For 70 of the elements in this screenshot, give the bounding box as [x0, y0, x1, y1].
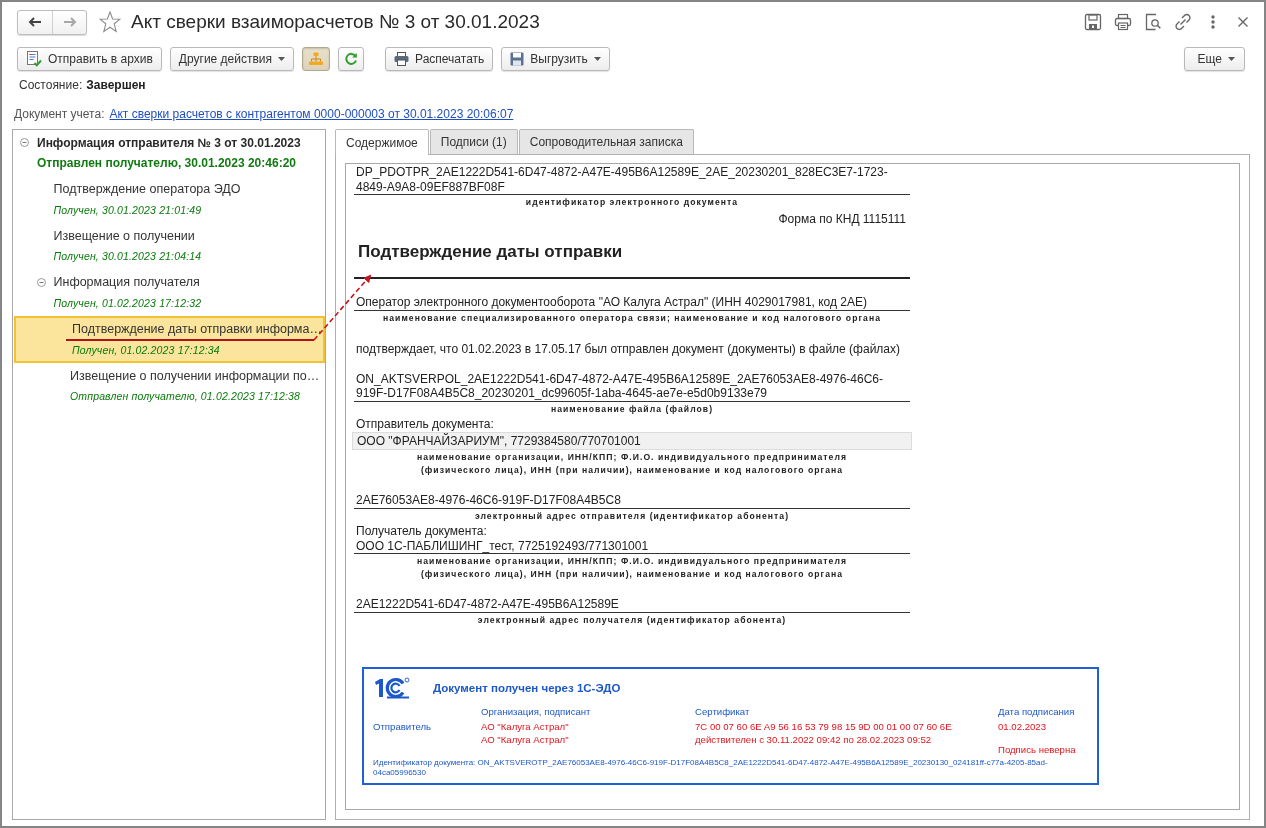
form-heading: Подтверждение даты отправки [358, 242, 623, 261]
certificate-validity: действителен с 30.11.2022 09:42 по 28.02.2023 09:52 [695, 732, 932, 746]
more-menu-button[interactable]: Еще [1183, 47, 1245, 71]
printer-icon [394, 52, 410, 66]
refresh-button[interactable] [338, 47, 365, 71]
signing-date: 01.02.2023 [998, 719, 1046, 733]
tree-item[interactable]: Подтверждение даты отправки информа… Получен, 01.02.2023 17:12:34 [14, 316, 325, 363]
column-header: Организация, подписант [481, 704, 591, 719]
accounting-document-label: Документ учета: [14, 107, 105, 121]
form-value[interactable]: ООО 1С-ПАБЛИШИНГ_тест, 7725192493/771301001 [354, 538, 910, 554]
collapse-icon[interactable] [20, 138, 29, 148]
tree-item[interactable]: Извещение о получении информации по… Отправлен получателю, 01.02.2023 17:12:38 [14, 362, 325, 410]
logo-icon [373, 676, 411, 700]
form-caption: электронный адрес получателя (идентификатор абонента) [476, 613, 788, 627]
form-value[interactable]: ООО "ФРАНЧАЙЗАРИУМ", 7729384580/770701001 [352, 431, 912, 450]
structure-toggle-button[interactable] [302, 47, 331, 71]
signer-role: Отправитель [373, 719, 432, 733]
state-value: Завершен [86, 78, 146, 92]
more-icon[interactable] [1210, 13, 1216, 31]
form-caption: идентификатор электронного документа [524, 196, 740, 209]
arrow-right-icon [62, 17, 77, 27]
form-caption: наименование организации, ИНН/КПП; Ф.И.О. индивидуального предпринимателя (физического лица), ИНН (при наличии), наименование и код налогового органа [416, 451, 848, 477]
caret-icon [593, 57, 601, 61]
chain-link-icon[interactable] [1174, 13, 1192, 31]
tree-item[interactable]: Информация получателя Получен, 01.02.2023 17:12:32 [14, 269, 325, 317]
arrow-left-icon [28, 17, 42, 27]
caret-icon [1228, 57, 1235, 61]
form-caption: электронный адрес отправителя (идентификатор абонента) [473, 509, 791, 523]
caret-icon [278, 57, 286, 61]
tree-item[interactable]: Извещение о получении Получен, 30.01.2023 21:04:14 [14, 223, 325, 270]
form-value[interactable]: 2AE76053AE8-4976-46C6-919F-D17F08A4B5C8 [354, 493, 910, 509]
tree-item[interactable]: Подтверждение оператора ЭДО Получен, 30.01.2023 21:01:49 [14, 176, 325, 224]
print-button[interactable]: Распечатать [385, 47, 494, 71]
actions-menu-button[interactable]: Другие действия [169, 47, 295, 71]
column-header: Сертификат [695, 704, 750, 719]
form-caption: наименование файла (файлов) [549, 402, 715, 416]
document-search-icon[interactable] [1144, 13, 1162, 31]
window-title: Акт сверки взаиморасчетов № 3 от 30.01.2023 [131, 11, 540, 33]
form-code: Форма по КНД 1115111 [777, 212, 907, 226]
form-caption: наименование специализированного оператора связи; наименование и код налогового органа [382, 311, 882, 325]
organization-name: АО "Калуга Астрал" [481, 719, 569, 733]
archive-button[interactable]: Отправить в архив [17, 47, 162, 71]
printer-icon[interactable] [1114, 13, 1132, 31]
form-value[interactable]: ON_AKTSVERPOL_2AE1222D541-6D47-4872-A47E-495B6A12589E_2AE76053AE8-4976-46C6-919F-D17F08A4B5C8_20230201_dc99605f-1aba-4645-ae7e-e5d0b9133e79 [354, 371, 910, 402]
export-menu-button[interactable]: Выгрузить [501, 47, 610, 71]
tree-item[interactable]: Информация отправителя № 3 от 30.01.2023 Отправлен получателю, 30.01.2023 20:46:20 [14, 130, 325, 177]
document-identifier: Идентификатор документа: ON_AKTSVEROTP_2AE76053AE8-4976-46C6-919F-D17F08A4B5C8_2AE1222D541-6D47-4872-A47E-495B6A12589E_20230130_024181ff-c77a-4205-85ad-04ca05996530 [373, 757, 1049, 778]
refresh-icon [344, 52, 359, 66]
form-value[interactable]: Оператор электронного документооборота "АО Калуга Астрал" (ИНН 4029017981, код 2АЕ) [354, 295, 910, 311]
form-text: подтверждает, что 01.02.2023 в 17.05.17 был отправлен документ (документы) в файле (файлах) [355, 341, 901, 356]
signer-name: АО "Калуга Астрал" [481, 732, 569, 746]
tab[interactable]: Содержимое [335, 129, 429, 155]
form-label: Получатель документа: [355, 523, 488, 538]
signature-status: Подпись неверна [998, 742, 1076, 756]
hierarchy-icon [308, 52, 325, 66]
star-icon[interactable] [99, 11, 121, 33]
form-label: Отправитель документа: [355, 416, 495, 431]
tab[interactable]: Сопроводительная записка [518, 129, 694, 154]
collapse-icon[interactable] [36, 277, 46, 287]
column-header: Дата подписания [998, 704, 1075, 719]
certificate-serial: 7C 00 07 60 6E A9 56 16 53 79 98 15 9D 00 01 00 07 60 6E [695, 719, 952, 733]
close-icon[interactable] [1237, 16, 1249, 28]
document-check-icon [26, 51, 42, 67]
form-caption: наименование организации, ИНН/КПП; Ф.И.О. индивидуального предпринимателя (физического лица), ИНН (при наличии), наименование и код налогового органа [416, 555, 848, 581]
accounting-document-link[interactable]: Акт сверки расчетов с контрагентом 0000-000003 от 30.01.2023 20:06:07 [109, 107, 514, 121]
stamp-title: Документ получен через 1С-ЭДО [433, 682, 621, 694]
tab[interactable]: Подписи (1) [429, 129, 518, 154]
state-label: Состояние: [19, 78, 83, 92]
form-value[interactable]: 2AE1222D541-6D47-4872-A47E-495B6A12589E [354, 597, 910, 613]
form-value[interactable]: DP_PDOTPR_2AE1222D541-6D47-4872-A47E-495B6A12589E_2AE_20230201_828EC3E7-1723-4849-A9A8-09EF887BF08F [354, 165, 910, 195]
